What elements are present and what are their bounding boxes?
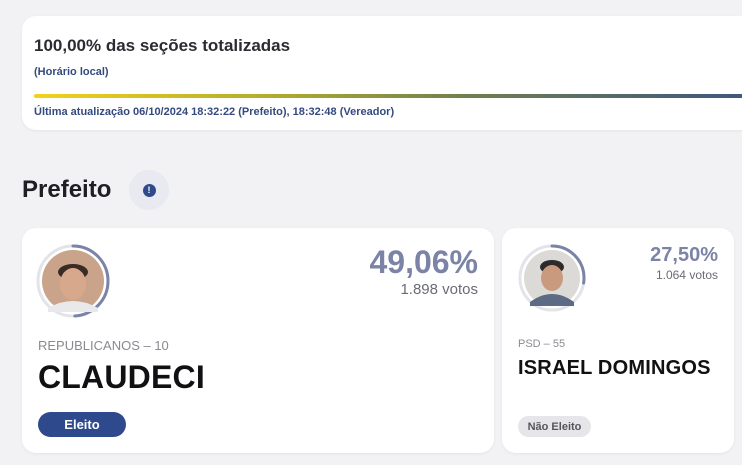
status-badge: Não Eleito [518, 416, 591, 437]
candidate-card[interactable]: 49,06% 1.898 votos REPUBLICANOS – 10 CLA… [22, 228, 494, 453]
party-label: PSD – 55 [518, 338, 566, 350]
vote-count: 1.064 votos [655, 268, 718, 282]
info-icon: ! [142, 183, 156, 197]
vote-percentage: 49,06% [369, 244, 478, 280]
candidate-card[interactable]: 27,50% 1.064 votos PSD – 55 ISRAEL DOMIN… [502, 228, 734, 453]
info-button[interactable]: ! [129, 170, 169, 210]
status-badge: Eleito [38, 412, 126, 437]
party-label: REPUBLICANOS – 10 [38, 338, 169, 353]
vote-percentage: 27,50% [650, 244, 718, 266]
last-update-text: Última atualização 06/10/2024 18:32:22 (… [34, 106, 395, 118]
avatar [34, 242, 112, 320]
local-time-note: (Horário local) [34, 66, 109, 78]
candidate-name: ISRAEL DOMINGOS [518, 357, 711, 379]
totalization-status-card: 100,00% das seções totalizadas (Horário … [22, 16, 742, 130]
section-title: Prefeito [22, 176, 112, 203]
vote-count: 1.898 votos [400, 281, 478, 298]
avatar [516, 242, 588, 314]
totalization-progress-bar [34, 94, 742, 98]
totalization-title: 100,00% das seções totalizadas [34, 36, 291, 55]
candidate-name: CLAUDECI [38, 359, 205, 395]
progress-fill [34, 94, 742, 98]
